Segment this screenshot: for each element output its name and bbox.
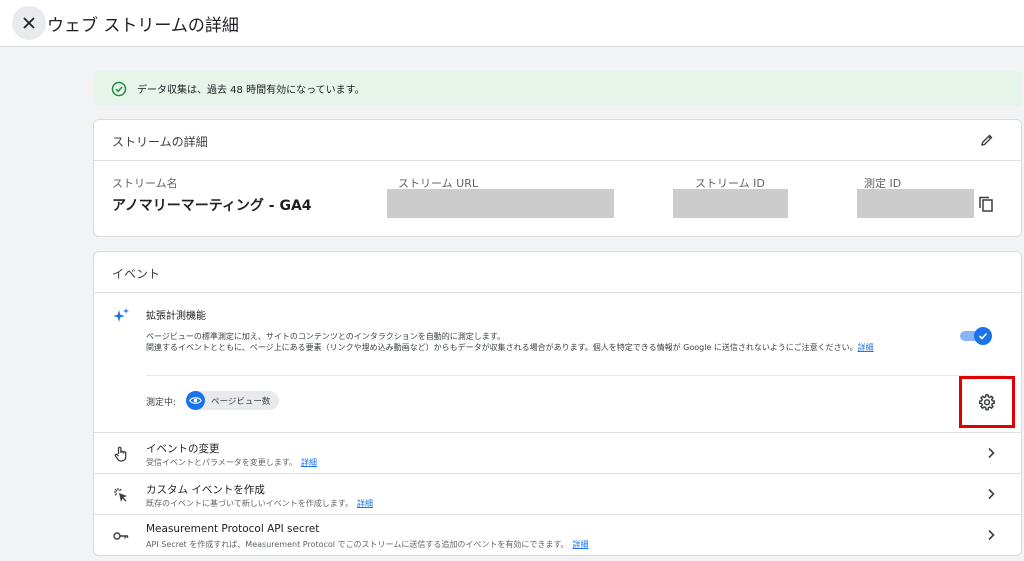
measurement-protocol-title: Measurement Protocol API secret [146,523,320,535]
stream-details-title: ストリームの詳細 [112,135,208,149]
events-title: イベント [112,267,161,281]
stream-name-label: ストリーム名 [112,177,178,190]
modify-events-title: イベントの変更 [146,443,220,455]
close-icon [23,17,35,29]
copy-icon[interactable] [977,195,995,213]
enhanced-measurement-desc-line1: ページビューの標準測定に加え、サイトのコンテンツとのインタラクションを自動的に測… [146,332,505,341]
measurement-protocol-details-link[interactable]: 詳細 [573,540,589,549]
click-icon [114,488,127,502]
close-button[interactable] [12,6,46,40]
enhanced-measurement-toggle[interactable] [960,327,992,345]
enhanced-measurement-details-link[interactable]: 詳細 [858,343,874,352]
stream-details-header: ストリームの詳細 [94,120,1021,161]
enhanced-measurement-desc-line2-wrap: 関連するイベントとともに、ページ上にある要素（リンクや埋め込み動画など）からもデ… [146,342,956,353]
measurement-protocol-desc-wrap: API Secret を作成すれば、Measurement Protocol で… [146,539,589,550]
chevron-right-icon [988,447,995,459]
toggle-thumb [974,327,992,345]
list-item-modify-events[interactable]: イベントの変更 受信イベントとパラメータを変更します。 詳細 [94,432,1021,473]
check-icon [978,332,988,340]
stream-details-card: ストリームの詳細 ストリーム名 アノマリーマーティング - GA4 ストリーム … [93,119,1022,237]
measurement-id-redacted [857,189,974,218]
create-custom-event-desc-wrap: 既存のイベントに基づいて新しいイベントを作成します。 詳細 [146,498,373,509]
pageview-chip: ページビュー数 [186,391,280,410]
key-icon [113,532,129,540]
measurement-protocol-desc: API Secret を作成すれば、Measurement Protocol で… [146,540,569,549]
pencil-icon[interactable] [979,132,995,148]
events-card: イベント 拡張計測機能 ページビューの標準測定に加え、サイトのコンテンツとのイン… [93,251,1022,556]
create-custom-event-details-link[interactable]: 詳細 [357,499,373,508]
page-title: ウェブ ストリームの詳細 [47,16,239,36]
stream-name-value: アノマリーマーティング - GA4 [112,198,312,214]
top-bar: ウェブ ストリームの詳細 [0,0,1024,47]
modify-events-desc-wrap: 受信イベントとパラメータを変更します。 詳細 [146,457,317,468]
list-item-measurement-protocol[interactable]: Measurement Protocol API secret API Secr… [94,514,1021,555]
modify-events-details-link[interactable]: 詳細 [301,458,317,467]
enhanced-measurement-description: ページビューの標準測定に加え、サイトのコンテンツとのインタラクションを自動的に測… [146,331,956,353]
alert-text: データ収集は、過去 48 時間有効になっています。 [137,85,365,96]
pageview-chip-label: ページビュー数 [211,396,271,407]
eye-icon [186,391,205,410]
chevron-right-icon [988,529,995,541]
sparkle-icon [113,308,129,322]
create-custom-event-title: カスタム イベントを作成 [146,484,265,496]
measuring-label: 測定中: [146,398,177,408]
stream-url-redacted [387,189,614,218]
settings-highlight-box [959,376,1015,428]
gear-icon[interactable] [978,393,996,411]
divider [146,375,1006,376]
enhanced-measurement-desc-line2: 関連するイベントとともに、ページ上にある要素（リンクや埋め込み動画など）からもデ… [146,343,858,352]
enhanced-measurement-title: 拡張計測機能 [146,311,206,322]
touch-icon [114,446,127,462]
modify-events-desc: 受信イベントとパラメータを変更します。 [146,458,297,467]
list-item-create-custom-event[interactable]: カスタム イベントを作成 既存のイベントに基づいて新しいイベントを作成します。詳… [94,473,1021,514]
chevron-right-icon [988,488,995,500]
stream-id-redacted [673,189,788,218]
check-circle-icon [111,81,127,96]
events-header: イベント [94,252,1021,293]
create-custom-event-desc: 既存のイベントに基づいて新しいイベントを作成します。 [146,499,353,508]
data-collection-alert: データ収集は、過去 48 時間有効になっています。 [93,71,1022,106]
